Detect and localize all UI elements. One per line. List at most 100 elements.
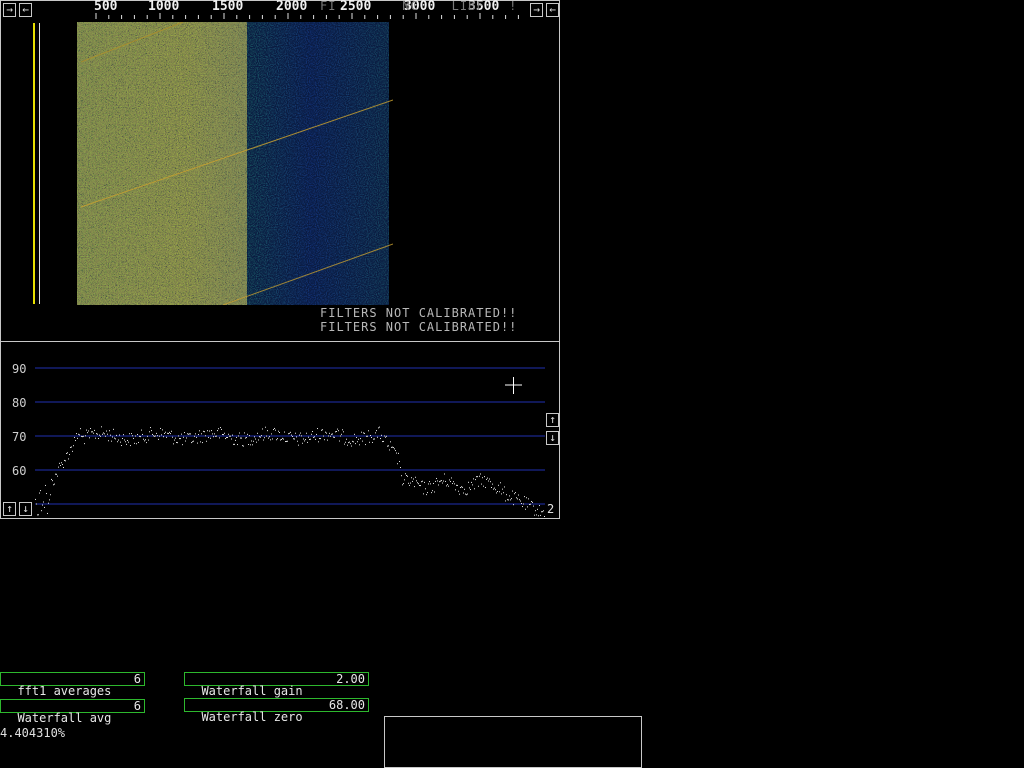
waterfall-window[interactable]: 500 1000 1500 2000 2500 3000 3500 → ← → … xyxy=(0,0,560,342)
waterfall-avg-field[interactable]: Waterfall avg 6 xyxy=(0,699,145,724)
spectrum-dot xyxy=(307,441,308,443)
spectrum-dot xyxy=(66,452,67,454)
spectrum-dot xyxy=(87,432,88,434)
spectrum-window[interactable]: 90 80 70 60 ↑ ↓ ↑ ↓ 2 xyxy=(0,341,560,519)
spectrum-dot xyxy=(498,484,499,486)
spectrum-dot xyxy=(528,498,529,500)
spectrum-dot xyxy=(242,445,243,447)
spectrum-dot xyxy=(147,435,148,437)
spectrum-dot xyxy=(227,437,228,439)
spectrum-dot xyxy=(388,445,389,447)
spectrum-dot xyxy=(468,481,469,483)
spectrum-dot xyxy=(89,437,90,439)
spectrum-dot xyxy=(349,441,350,443)
spectrum-dot xyxy=(311,433,312,435)
spectrum-dot xyxy=(361,431,362,433)
spectrum-dot xyxy=(304,440,305,442)
scroll-left-arrow-right[interactable]: ← xyxy=(546,3,559,17)
spectrum-dot xyxy=(182,444,183,446)
spectrum-dot xyxy=(103,432,104,434)
spectrum-plot[interactable] xyxy=(1,342,559,518)
spectrum-dot xyxy=(429,481,430,483)
spectrum-dot xyxy=(515,492,516,494)
spectrum-dot xyxy=(450,481,451,483)
spectrum-dot xyxy=(151,430,152,432)
spectrum-dot xyxy=(224,432,225,434)
spectrum-dot xyxy=(461,486,462,488)
spectrum-dot xyxy=(538,515,539,517)
spectrum-dot xyxy=(124,439,125,441)
waterfall-display[interactable] xyxy=(73,22,393,305)
spectrum-dot xyxy=(441,480,442,482)
spectrum-dot xyxy=(516,497,517,499)
spectrum-dot xyxy=(258,439,259,441)
spectrum-dot xyxy=(215,435,216,437)
spectrum-dot xyxy=(239,432,240,434)
zero-down-arrow[interactable]: ↓ xyxy=(19,502,32,516)
gain-down-arrow[interactable]: ↓ xyxy=(546,431,559,445)
spectrum-dot xyxy=(332,433,333,435)
spectrum-dot xyxy=(427,492,428,494)
spectrum-dot xyxy=(544,516,545,517)
spectrum-dot xyxy=(54,483,55,485)
spectrum-dot xyxy=(436,477,437,479)
spectrum-dot xyxy=(208,436,209,438)
spectrum-dot xyxy=(497,491,498,493)
spectrum-dot xyxy=(428,483,429,485)
spectrum-dot xyxy=(298,444,299,446)
waterfall-gain-field[interactable]: Waterfall gain 2.00 xyxy=(184,672,369,697)
spectrum-dot xyxy=(149,431,150,433)
spectrum-dot xyxy=(385,436,386,438)
spectrum-dot xyxy=(412,480,413,482)
spectrum-dot xyxy=(530,503,531,505)
spectrum-dot xyxy=(418,483,419,485)
spectrum-dot xyxy=(275,429,276,431)
spectrum-dot xyxy=(67,452,68,454)
spectrum-dot xyxy=(171,430,172,432)
spectrum-dot xyxy=(192,441,193,443)
spectrum-dot xyxy=(71,446,72,448)
spectrum-dot xyxy=(430,483,431,485)
scroll-right-arrow-left[interactable]: → xyxy=(3,3,16,17)
spectrum-dot xyxy=(466,494,467,496)
spectrum-dot xyxy=(259,436,260,438)
scale-tick-label: 2000 xyxy=(276,0,308,14)
spectrum-dot xyxy=(88,430,89,432)
spectrum-dot xyxy=(449,479,450,481)
spectrum-dot xyxy=(477,476,478,478)
spectrum-dot xyxy=(499,491,500,493)
spectrum-dot xyxy=(168,433,169,435)
gain-up-arrow[interactable]: ↑ xyxy=(546,413,559,427)
spectrum-dot xyxy=(454,483,455,485)
spectrum-dot xyxy=(359,444,360,446)
spectrum-dot xyxy=(396,452,397,454)
spectrum-dot xyxy=(434,491,435,493)
spectrum-dot xyxy=(111,440,112,442)
spectrum-dot xyxy=(162,429,163,431)
spectrum-dot xyxy=(534,514,535,516)
spectrum-dot xyxy=(323,435,324,437)
spectrum-dot xyxy=(358,438,359,440)
spectrum-dot xyxy=(356,436,357,438)
spectrum-dot xyxy=(262,428,263,430)
scale-tick-label: 1000 xyxy=(148,0,180,14)
spectrum-dot xyxy=(72,450,73,452)
spectrum-dot xyxy=(253,440,254,442)
spectrum-dot xyxy=(125,441,126,443)
spectrum-dot xyxy=(163,436,164,438)
zero-up-arrow[interactable]: ↑ xyxy=(3,502,16,516)
spectrum-dot xyxy=(404,479,405,481)
waterfall-zero-field[interactable]: Waterfall zero 68.00 xyxy=(184,698,369,723)
spectrum-dot xyxy=(161,434,162,436)
fft1-averages-field[interactable]: fft1 averages 6 xyxy=(0,672,145,697)
spectrum-dot xyxy=(492,483,493,485)
spectrum-dot xyxy=(343,431,344,433)
scroll-left-arrow-left[interactable]: ← xyxy=(19,3,32,17)
spectrum-dot xyxy=(194,435,195,437)
spectrum-dot xyxy=(115,438,116,440)
spectrum-dot xyxy=(322,429,323,431)
scroll-right-arrow-right[interactable]: → xyxy=(530,3,543,17)
spectrum-dot xyxy=(315,438,316,440)
spectrum-dot xyxy=(286,440,287,442)
spectrum-dot xyxy=(175,437,176,439)
